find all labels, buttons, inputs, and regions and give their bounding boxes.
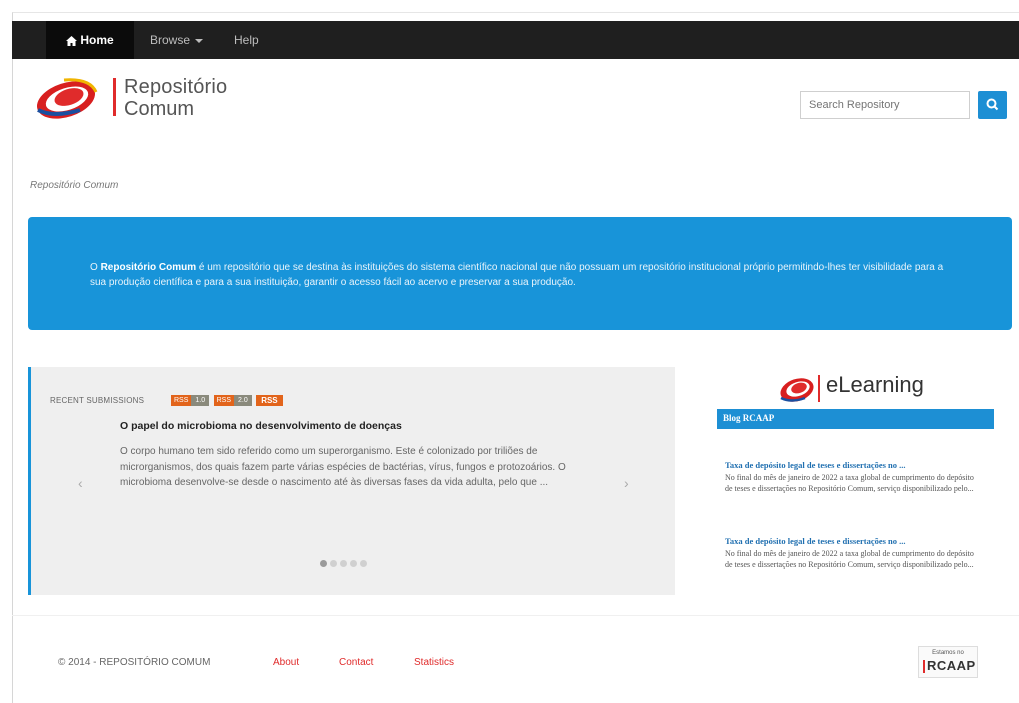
badge-version: 2.0 xyxy=(234,395,252,406)
rcaap-badge-text: RCAAP xyxy=(927,658,976,673)
recent-submissions-panel: RECENT SUBMISSIONS RSS 1.0 RSS 2.0 RSS O p… xyxy=(28,367,675,595)
badge-label: RSS xyxy=(213,395,234,406)
rcaap-badge-caption: Estamos no xyxy=(932,650,964,656)
submission-abstract: O corpo humano tem sido referido como um… xyxy=(120,446,566,488)
nav-home[interactable]: Home xyxy=(46,21,134,59)
blog-title: Blog RCAAP xyxy=(723,413,775,423)
badge-label: RSS xyxy=(171,395,192,406)
caret-down-icon xyxy=(195,38,204,43)
recent-submissions-heading: RECENT SUBMISSIONS xyxy=(50,396,145,405)
footer-statistics-link[interactable]: Statistics xyxy=(414,657,454,668)
nav-help[interactable]: Help xyxy=(234,21,259,59)
logo-divider xyxy=(113,78,116,116)
rss-1-0-badge[interactable]: RSS 1.0 xyxy=(171,395,210,406)
elearning-label[interactable]: eLearning xyxy=(826,372,924,398)
banner-brand: Repositório Comum xyxy=(100,262,197,273)
blog-feed: Taxa de depósito legal de teses e disser… xyxy=(717,429,994,589)
rcaap-badge[interactable]: Estamos no RCAAP xyxy=(918,646,978,678)
elearning-divider xyxy=(818,375,820,402)
rss-badge[interactable]: RSS xyxy=(256,395,283,406)
blog-post-excerpt: No final do mês de janeiro de 2022 a tax… xyxy=(725,549,974,569)
nav-home-label: Home xyxy=(80,33,114,47)
submission-title[interactable]: O papel do microbioma no desenvolvimento… xyxy=(120,420,402,432)
badge-version: 1.0 xyxy=(191,395,210,406)
blog-header: Blog RCAAP xyxy=(717,409,994,429)
blog-post-excerpt: No final do mês de janeiro de 2022 a tax… xyxy=(725,473,974,493)
carousel-dot[interactable] xyxy=(340,560,347,567)
elearning-logo-icon[interactable] xyxy=(775,372,815,406)
nav-browse[interactable]: Browse xyxy=(150,21,204,59)
search-button[interactable] xyxy=(978,91,1007,119)
blog-post-title[interactable]: Taxa de depósito legal de teses e disser… xyxy=(725,536,906,546)
rss-2-0-badge[interactable]: RSS 2.0 xyxy=(213,395,252,406)
logo-text-line2: Comum xyxy=(124,98,195,120)
carousel-dot[interactable] xyxy=(360,560,367,567)
repositorio-comum-logo-icon[interactable] xyxy=(34,76,114,122)
banner-description: é um repositório que se destina às insti… xyxy=(90,262,944,288)
carousel-dot[interactable] xyxy=(350,560,357,567)
nav-help-label: Help xyxy=(234,33,259,47)
search-input[interactable] xyxy=(800,91,970,119)
footer-divider xyxy=(12,615,1019,616)
footer-copyright: © 2014 - REPOSITÓRIO COMUM xyxy=(58,657,211,668)
search-icon xyxy=(986,98,999,111)
nav-browse-label: Browse xyxy=(150,33,191,47)
footer-about-link[interactable]: About xyxy=(273,657,299,668)
carousel-prev-button[interactable]: ‹ xyxy=(78,475,83,491)
logo-text-line1: Repositório xyxy=(124,76,228,98)
carousel-indicators xyxy=(320,554,370,567)
blog-post-title[interactable]: Taxa de depósito legal de teses e disser… xyxy=(725,460,906,470)
carousel-next-button[interactable]: › xyxy=(624,475,629,491)
footer-contact-link[interactable]: Contact xyxy=(339,657,373,668)
rcaap-badge-bar xyxy=(923,660,925,673)
intro-banner: O Repositório Comum é um repositório que… xyxy=(28,217,1012,330)
feed-badges: RSS 1.0 RSS 2.0 RSS xyxy=(171,395,283,406)
carousel-dot[interactable] xyxy=(320,560,327,567)
banner-text: O Repositório Comum é um repositório que… xyxy=(90,260,960,290)
banner-prefix: O xyxy=(90,262,101,273)
top-navbar: Home Browse Help xyxy=(12,21,1019,59)
carousel-dot[interactable] xyxy=(330,560,337,567)
breadcrumb[interactable]: Repositório Comum xyxy=(30,180,118,191)
home-icon xyxy=(66,35,78,46)
